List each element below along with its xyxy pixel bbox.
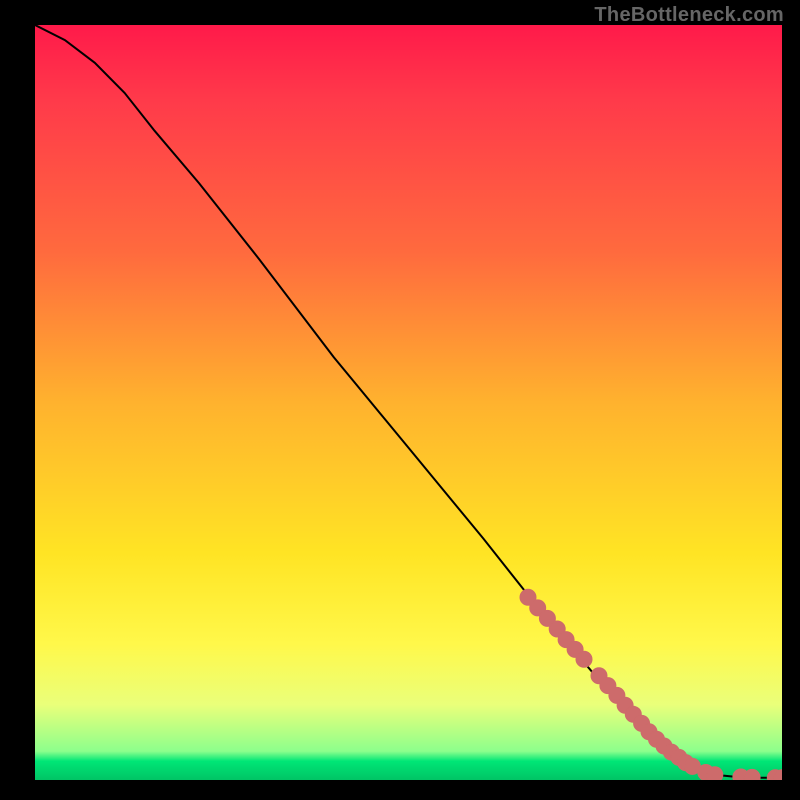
- chart-line: [35, 25, 782, 778]
- chart-point: [707, 767, 723, 780]
- chart-point: [576, 651, 592, 667]
- chart-plot-area: [35, 25, 782, 780]
- watermark-text: TheBottleneck.com: [594, 4, 784, 27]
- chart-svg: [35, 25, 782, 780]
